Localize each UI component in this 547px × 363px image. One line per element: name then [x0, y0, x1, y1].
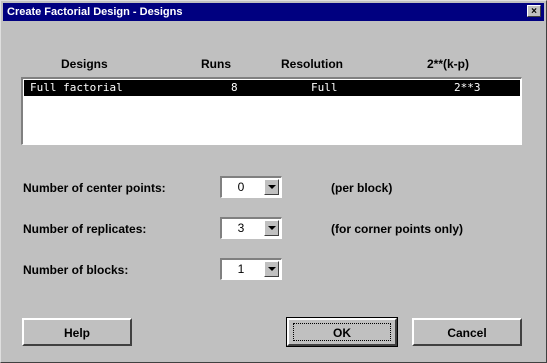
column-header-runs[interactable]: Runs: [201, 57, 231, 71]
column-header-notation[interactable]: 2**(k-p): [427, 57, 469, 71]
designs-list[interactable]: Full factorial 8 Full 2**3: [21, 77, 522, 145]
corner-points-note: (for corner points only): [331, 222, 463, 236]
resolution-cell: Full: [311, 81, 338, 94]
dialog-window: Create Factorial Design - Designs × Desi…: [0, 0, 547, 363]
center-points-value: 0: [237, 180, 245, 194]
dialog-title: Create Factorial Design - Designs: [7, 6, 183, 18]
title-bar[interactable]: Create Factorial Design - Designs ×: [3, 3, 544, 21]
replicates-dropdown[interactable]: 3: [220, 217, 282, 239]
cancel-button[interactable]: Cancel: [412, 318, 522, 346]
replicates-label: Number of replicates:: [23, 222, 147, 236]
cancel-button-label: Cancel: [447, 326, 487, 340]
close-icon[interactable]: ×: [527, 5, 541, 17]
blocks-dropdown[interactable]: 1: [220, 258, 282, 280]
runs-cell: 8: [231, 81, 238, 94]
chevron-down-icon[interactable]: [264, 179, 279, 195]
center-points-label: Number of center points:: [23, 181, 166, 195]
column-header-resolution[interactable]: Resolution: [281, 57, 343, 71]
ok-button[interactable]: OK: [286, 317, 398, 347]
column-header-designs[interactable]: Designs: [61, 57, 108, 71]
list-item[interactable]: Full factorial 8 Full 2**3: [24, 80, 520, 96]
notation-cell: 2**3: [454, 81, 481, 94]
per-block-note: (per block): [331, 181, 393, 195]
blocks-value: 1: [237, 262, 245, 276]
help-button-label: Help: [63, 326, 90, 340]
blocks-label: Number of blocks:: [23, 263, 129, 277]
help-button[interactable]: Help: [22, 318, 132, 346]
focus-rectangle: [293, 323, 391, 341]
replicates-value: 3: [237, 221, 245, 235]
center-points-dropdown[interactable]: 0: [220, 176, 282, 198]
chevron-down-icon[interactable]: [264, 220, 279, 236]
chevron-down-icon[interactable]: [264, 261, 279, 277]
design-name-cell: Full factorial: [30, 81, 123, 94]
